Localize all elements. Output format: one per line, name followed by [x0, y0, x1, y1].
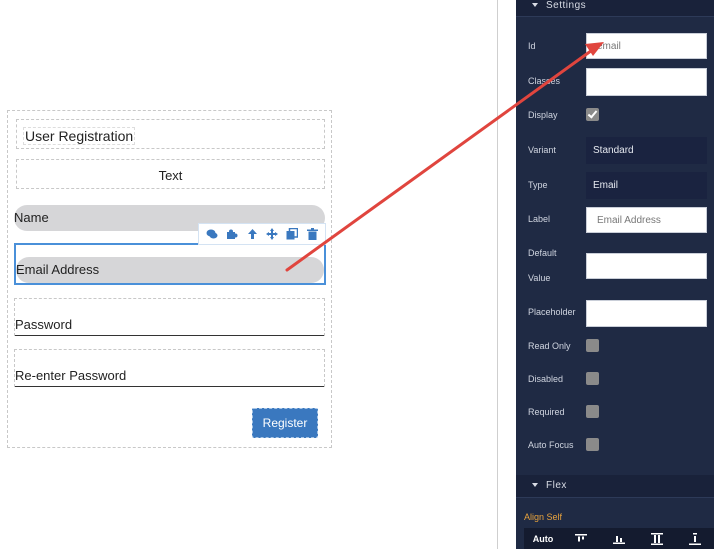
settings-section-header[interactable]: Settings [516, 0, 714, 17]
reenter-password-label: Re-enter Password [15, 368, 127, 383]
register-button[interactable]: Register [252, 408, 318, 438]
align-flex-end-icon[interactable] [600, 528, 638, 549]
placeholder-label: Placeholder [528, 307, 576, 317]
text-block[interactable]: Text [16, 159, 325, 189]
collapse-triangle-icon [532, 483, 538, 487]
default-value-input[interactable] [586, 253, 707, 279]
flex-section-header[interactable]: Flex [516, 475, 714, 498]
align-self-label: Align Self [524, 512, 563, 522]
comment-icon[interactable] [206, 228, 219, 241]
password-underline [15, 335, 324, 336]
title-block[interactable]: User Registration [16, 119, 325, 149]
type-label: Type [528, 180, 548, 190]
reenter-password-underline [15, 386, 324, 387]
element-toolbar [198, 223, 326, 245]
default-value-label-line1: Default [528, 248, 557, 258]
settings-panel: Settings Id email Classes Display Varian… [516, 0, 714, 549]
text-block-content: Text [158, 168, 183, 183]
label-label: Label [528, 214, 551, 224]
read-only-checkbox[interactable] [586, 339, 599, 352]
form-container[interactable]: User Registration Text Name Email Addres… [7, 110, 332, 448]
email-label: Email Address [16, 262, 100, 277]
settings-section-title: Settings [546, 0, 587, 11]
display-label: Display [528, 110, 558, 120]
id-input[interactable]: email [586, 33, 707, 59]
align-baseline-icon[interactable] [676, 528, 714, 549]
classes-label: Classes [528, 76, 561, 86]
align-auto-option[interactable]: Auto [524, 528, 562, 549]
flex-section-title: Flex [546, 480, 567, 491]
disabled-label: Disabled [528, 374, 564, 384]
form-title: User Registration [23, 127, 136, 145]
align-flex-start-icon[interactable] [562, 528, 600, 549]
disabled-checkbox[interactable] [586, 372, 599, 385]
required-checkbox[interactable] [586, 405, 599, 418]
label-input[interactable]: Email Address [586, 207, 707, 233]
id-label: Id [528, 41, 536, 51]
page-divider [497, 0, 498, 549]
password-field[interactable]: Password [14, 298, 325, 336]
auto-focus-label: Auto Focus [528, 440, 574, 450]
puzzle-icon[interactable] [226, 228, 239, 241]
copy-icon[interactable] [286, 228, 299, 241]
required-label: Required [528, 407, 565, 417]
placeholder-input[interactable] [586, 300, 707, 327]
default-value-label-line2: Value [528, 273, 551, 283]
move-icon[interactable] [266, 228, 279, 241]
variant-label: Variant [528, 145, 556, 155]
variant-select[interactable]: Standard [586, 137, 707, 164]
arrow-up-icon[interactable] [246, 228, 259, 241]
password-label: Password [15, 317, 73, 332]
trash-icon[interactable] [306, 228, 319, 241]
reenter-password-field[interactable]: Re-enter Password [14, 349, 325, 387]
classes-input[interactable] [586, 68, 707, 96]
name-label: Name [14, 210, 49, 225]
align-stretch-icon[interactable] [638, 528, 676, 549]
read-only-label: Read Only [528, 341, 571, 351]
email-field-selected[interactable]: Email Address [14, 243, 326, 285]
type-select[interactable]: Email [586, 172, 707, 199]
collapse-triangle-icon [532, 3, 538, 7]
auto-focus-checkbox[interactable] [586, 438, 599, 451]
display-checkbox[interactable] [586, 108, 599, 121]
align-self-options: Auto [524, 528, 714, 549]
